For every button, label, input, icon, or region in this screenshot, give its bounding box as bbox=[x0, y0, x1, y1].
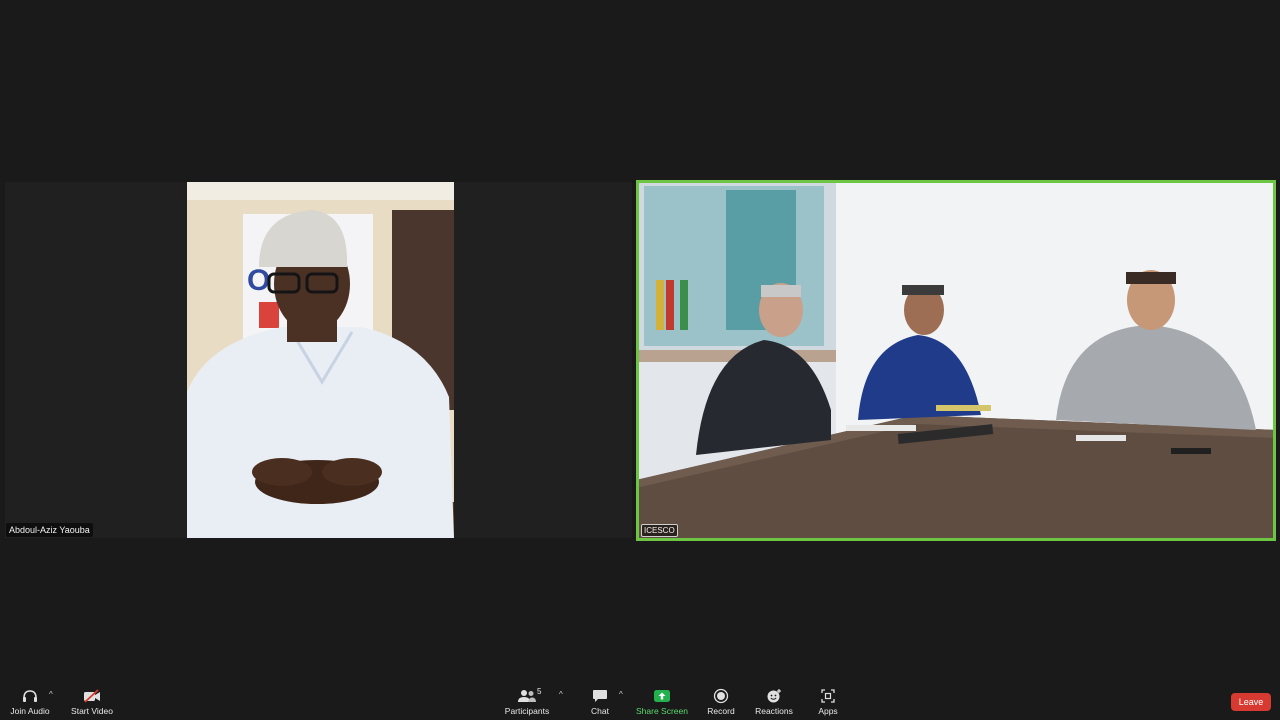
participants-options-caret[interactable]: ^ bbox=[559, 690, 563, 699]
chat-button[interactable]: Chat bbox=[585, 688, 615, 718]
participant-name-left: Abdoul-Aziz Yaouba bbox=[6, 523, 93, 537]
record-icon bbox=[711, 688, 731, 704]
participant-left-image: O bbox=[187, 182, 454, 538]
participants-label: Participants bbox=[504, 706, 550, 716]
chat-icon bbox=[590, 688, 610, 704]
record-button[interactable]: Record bbox=[704, 688, 738, 718]
participant-tile-right[interactable]: ICESCO bbox=[636, 180, 1276, 541]
apps-button[interactable]: Apps bbox=[812, 688, 844, 718]
reactions-button[interactable]: Reactions bbox=[754, 688, 794, 718]
participant-name-right: ICESCO bbox=[641, 524, 678, 537]
participants-button[interactable]: Participants bbox=[504, 688, 550, 718]
participant-tile-left[interactable]: O Abdoul-Aziz Yaouba bbox=[5, 182, 632, 538]
participant-right-image bbox=[636, 180, 1276, 541]
meeting-toolbar: Join Audio ^ Start Video Participants 5 … bbox=[0, 684, 1280, 720]
join-audio-button[interactable]: Join Audio bbox=[8, 688, 52, 718]
audio-options-caret[interactable]: ^ bbox=[49, 690, 53, 699]
start-video-label: Start Video bbox=[71, 706, 113, 716]
chat-options-caret[interactable]: ^ bbox=[619, 690, 623, 699]
participant-video-right bbox=[636, 180, 1276, 541]
chat-label: Chat bbox=[591, 706, 609, 716]
leave-button[interactable]: Leave bbox=[1231, 693, 1271, 711]
share-screen-button[interactable]: Share Screen bbox=[636, 688, 688, 718]
svg-text:O: O bbox=[247, 264, 270, 297]
participants-count: 5 bbox=[537, 687, 542, 696]
participants-icon bbox=[517, 688, 537, 704]
video-off-icon bbox=[82, 688, 102, 704]
join-audio-label: Join Audio bbox=[10, 706, 50, 716]
apps-label: Apps bbox=[818, 706, 838, 716]
reactions-label: Reactions bbox=[755, 706, 793, 716]
participant-video-left: O bbox=[187, 182, 454, 538]
reactions-icon bbox=[764, 688, 784, 704]
share-screen-icon bbox=[652, 688, 672, 704]
share-screen-label: Share Screen bbox=[636, 706, 688, 716]
start-video-button[interactable]: Start Video bbox=[70, 688, 114, 718]
headphones-icon bbox=[20, 688, 40, 704]
apps-icon bbox=[818, 688, 838, 704]
record-label: Record bbox=[707, 706, 735, 716]
